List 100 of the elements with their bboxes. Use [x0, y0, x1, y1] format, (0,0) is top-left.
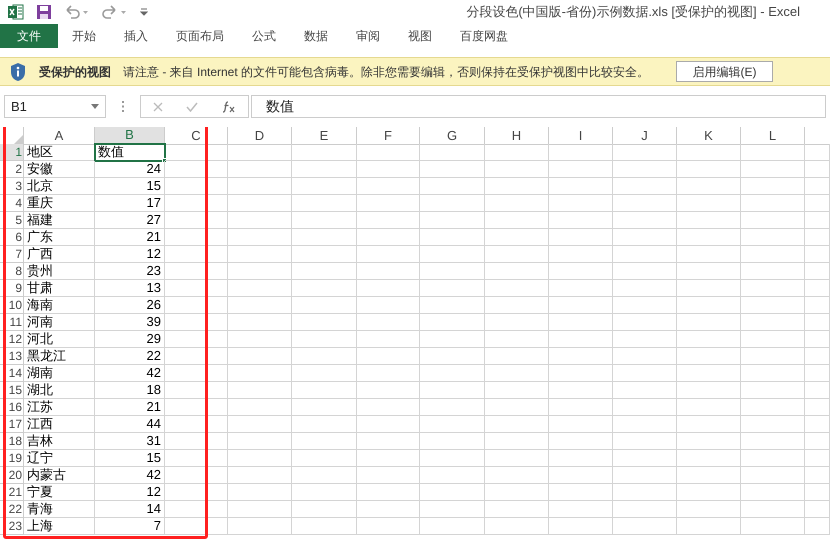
empty-cell: [292, 331, 357, 348]
formula-input[interactable]: 数值: [251, 95, 826, 118]
empty-cell: [420, 450, 485, 467]
name-box[interactable]: B1: [4, 95, 106, 118]
column-header[interactable]: J: [613, 127, 677, 145]
empty-cell: [677, 161, 741, 178]
customize-toolbar-icon[interactable]: [140, 7, 148, 17]
empty-cell: [805, 382, 830, 399]
empty-cell: [485, 365, 549, 382]
empty-cell: [357, 501, 420, 518]
row-header[interactable]: 6: [0, 229, 24, 246]
empty-cell: [165, 297, 228, 314]
row-header[interactable]: 9: [0, 280, 24, 297]
ribbon-tab[interactable]: 公式: [238, 24, 290, 48]
row-header[interactable]: 21: [0, 484, 24, 501]
row-header[interactable]: 3: [0, 178, 24, 195]
empty-cell: [292, 416, 357, 433]
empty-cell: [549, 263, 613, 280]
row-header[interactable]: 8: [0, 263, 24, 280]
empty-cell: [741, 161, 805, 178]
row-header[interactable]: 4: [0, 195, 24, 212]
row-header[interactable]: 14: [0, 365, 24, 382]
empty-cell: [357, 518, 420, 535]
empty-cell: [228, 382, 292, 399]
ribbon-tab[interactable]: 审阅: [342, 24, 394, 48]
empty-cell: [485, 518, 549, 535]
enable-editing-button[interactable]: 启用编辑(E): [676, 61, 773, 82]
row-header[interactable]: 11: [0, 314, 24, 331]
row-header[interactable]: 12: [0, 331, 24, 348]
undo-icon[interactable]: [64, 4, 90, 20]
row-header[interactable]: 23: [0, 518, 24, 535]
table-cell: 42: [95, 467, 165, 484]
column-header[interactable]: A: [24, 127, 95, 145]
empty-cell: [677, 382, 741, 399]
empty-cell: [165, 501, 228, 518]
column-header[interactable]: E: [292, 127, 357, 145]
row-header[interactable]: 7: [0, 246, 24, 263]
row-header[interactable]: 15: [0, 382, 24, 399]
empty-cell: [613, 467, 677, 484]
empty-cell: [741, 365, 805, 382]
table-cell: 福建: [24, 212, 95, 229]
row-header[interactable]: 5: [0, 212, 24, 229]
cancel-icon[interactable]: [152, 102, 163, 112]
column-header[interactable]: K: [677, 127, 741, 145]
empty-cell: [228, 331, 292, 348]
column-header[interactable]: F: [357, 127, 420, 145]
row-header[interactable]: 13: [0, 348, 24, 365]
ribbon-tab[interactable]: 视图: [394, 24, 446, 48]
empty-cell: [549, 399, 613, 416]
redo-icon[interactable]: [102, 4, 128, 20]
ribbon-tab[interactable]: 插入: [110, 24, 162, 48]
column-header[interactable]: I: [549, 127, 613, 145]
column-header[interactable]: H: [485, 127, 549, 145]
column-header[interactable]: G: [420, 127, 485, 145]
row-header[interactable]: 18: [0, 433, 24, 450]
empty-cell: [613, 178, 677, 195]
checkmark-icon[interactable]: [186, 102, 198, 112]
fill-handle[interactable]: [162, 158, 167, 163]
ribbon-tab[interactable]: 数据: [290, 24, 342, 48]
empty-cell: [677, 331, 741, 348]
save-icon[interactable]: [36, 4, 52, 20]
ribbon-tab[interactable]: 百度网盘: [446, 24, 522, 48]
row-header[interactable]: 2: [0, 161, 24, 178]
file-tab[interactable]: 文件: [0, 24, 58, 48]
column-header[interactable]: C: [165, 127, 228, 145]
ribbon-tab[interactable]: 开始: [58, 24, 110, 48]
empty-cell: [292, 263, 357, 280]
row-header[interactable]: 20: [0, 467, 24, 484]
empty-cell: [677, 263, 741, 280]
empty-cell: [549, 484, 613, 501]
empty-cell: [805, 433, 830, 450]
table-cell: 13: [95, 280, 165, 297]
empty-cell: [357, 365, 420, 382]
table-cell: 15: [95, 178, 165, 195]
empty-cell: [549, 348, 613, 365]
empty-cell: [228, 450, 292, 467]
empty-cell: [165, 178, 228, 195]
empty-cell: [677, 246, 741, 263]
row-header[interactable]: 17: [0, 416, 24, 433]
empty-cell: [485, 484, 549, 501]
table-cell: 青海: [24, 501, 95, 518]
row-header[interactable]: 19: [0, 450, 24, 467]
column-header[interactable]: D: [228, 127, 292, 145]
row-header[interactable]: 16: [0, 399, 24, 416]
row-header[interactable]: 10: [0, 297, 24, 314]
column-header[interactable]: L: [741, 127, 805, 145]
row-header[interactable]: 22: [0, 501, 24, 518]
empty-cell: [805, 331, 830, 348]
empty-cell: [420, 229, 485, 246]
empty-cell: [805, 450, 830, 467]
empty-cell: [549, 467, 613, 484]
empty-cell: [420, 144, 485, 161]
empty-cell: [420, 314, 485, 331]
table-cell: 江西: [24, 416, 95, 433]
ribbon-tab[interactable]: 页面布局: [162, 24, 238, 48]
empty-cell: [549, 416, 613, 433]
empty-cell: [357, 263, 420, 280]
empty-cell: [613, 263, 677, 280]
empty-cell: [228, 399, 292, 416]
insert-function-icon[interactable]: [222, 100, 236, 112]
